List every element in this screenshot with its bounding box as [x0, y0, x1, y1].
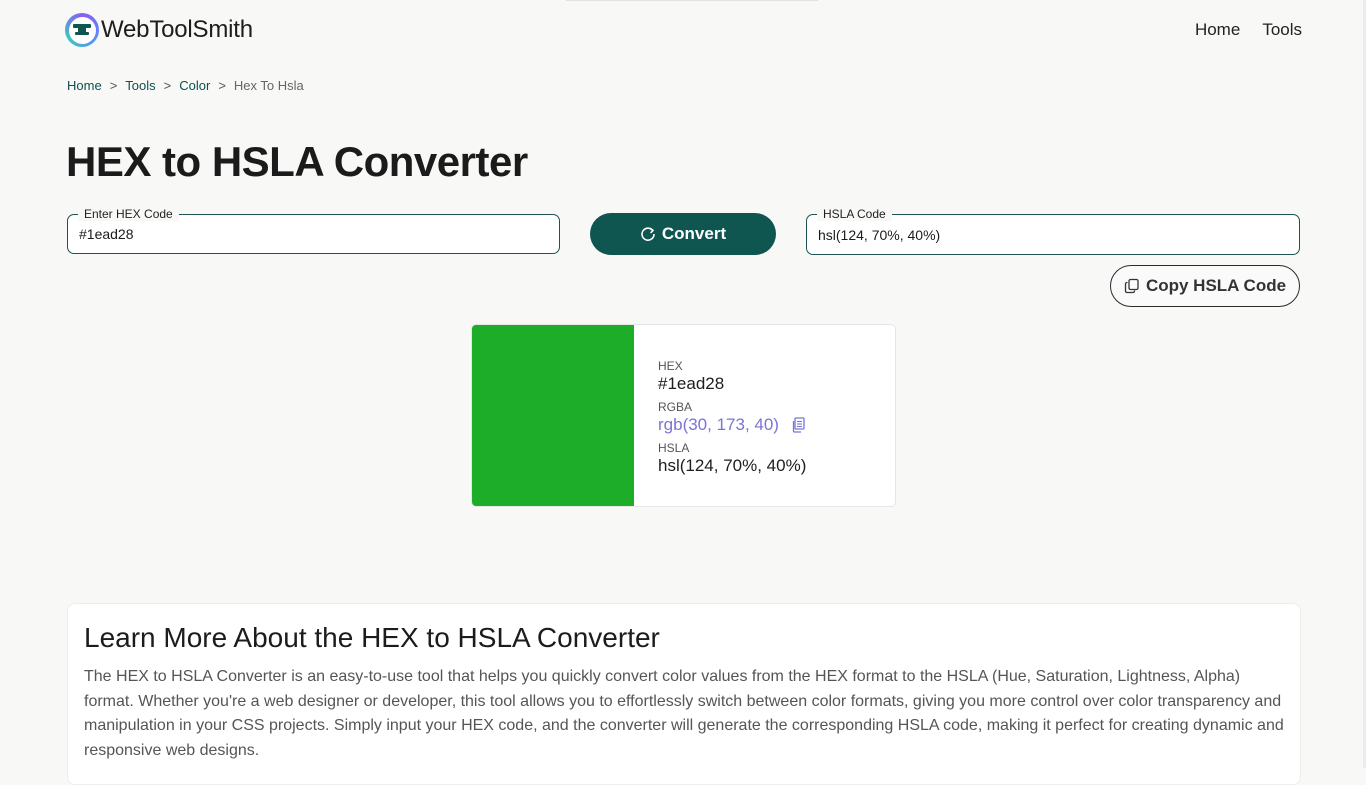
color-info: HEX #1ead28 RGBA rgb(30, 173, 40) HSLA h…	[658, 359, 806, 482]
refresh-icon	[641, 227, 655, 241]
learn-more-body: The HEX to HSLA Converter is an easy-to-…	[84, 668, 1284, 759]
hex-value-label: HEX	[658, 359, 683, 373]
nav-home-link[interactable]: Home	[1195, 20, 1240, 40]
hsla-value-label: HSLA	[658, 441, 690, 455]
rgba-row: rgb(30, 173, 40)	[658, 414, 806, 436]
convert-button-label: Convert	[661, 224, 727, 243]
brand-name: WebToolSmith	[101, 16, 253, 43]
rgba-value[interactable]: rgb(30, 173, 40)	[658, 414, 779, 436]
nav-tools-link[interactable]: Tools	[1262, 20, 1302, 40]
clipboard-icon[interactable]	[791, 417, 806, 433]
site-header: WebToolSmith Home Tools	[0, 0, 1366, 62]
learn-more-section: Learn More About the HEX to HSLA Convert…	[67, 603, 1301, 785]
copy-icon	[1124, 278, 1139, 294]
site-logo[interactable]: WebToolSmith	[65, 13, 253, 47]
breadcrumb-separator: >	[109, 78, 118, 93]
hex-input-field: Enter HEX Code	[67, 207, 560, 254]
hsla-output-field: HSLA Code	[806, 207, 1300, 255]
convert-button[interactable]: Convert	[590, 213, 776, 255]
breadcrumb-separator: >	[163, 78, 172, 93]
page-title: HEX to HSLA Converter	[66, 138, 528, 185]
breadcrumb-tools[interactable]: Tools	[125, 78, 155, 93]
main-nav: Home Tools	[1195, 20, 1302, 40]
hsla-value: hsl(124, 70%, 40%)	[658, 456, 807, 475]
breadcrumb-separator: >	[218, 78, 226, 93]
breadcrumb-color[interactable]: Color	[179, 78, 210, 93]
breadcrumb-current: Hex To Hsla	[233, 78, 304, 93]
rgba-value-label: RGBA	[658, 400, 693, 414]
color-preview-card: HEX #1ead28 RGBA rgb(30, 173, 40) HSLA h…	[471, 324, 896, 507]
hsla-output[interactable]	[818, 215, 1278, 254]
anvil-icon	[65, 13, 99, 47]
hex-value: #1ead28	[658, 374, 725, 393]
copy-hsla-button-label: Copy HSLA Code	[1145, 276, 1287, 295]
color-swatch	[472, 325, 634, 506]
hex-input[interactable]	[79, 215, 539, 253]
breadcrumb: Home > Tools > Color > Hex To Hsla	[67, 78, 304, 93]
copy-hsla-button[interactable]: Copy HSLA Code	[1110, 265, 1300, 307]
breadcrumb-home[interactable]: Home	[67, 78, 102, 93]
learn-more-title: Learn More About the HEX to HSLA Convert…	[84, 622, 660, 653]
